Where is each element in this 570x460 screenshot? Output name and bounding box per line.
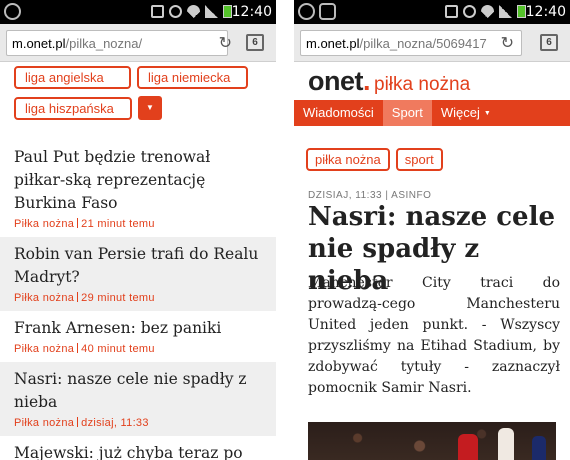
article-meta: Piłka nożna dzisiaj, 11:33: [14, 417, 149, 429]
tag-liga-niemiecka[interactable]: liga niemiecka: [137, 66, 248, 89]
url-path: /pilka_nozna/5069417: [359, 35, 487, 51]
wifi-icon: [481, 5, 494, 18]
alarm-icon: [463, 5, 476, 18]
article-lead: Manchester City traci do prowadzą-cego M…: [308, 275, 560, 396]
article-meta: Piłka nożna 40 minut temu: [14, 343, 155, 355]
left-screen: 12:40 m.onet.pl/pilka_nozna/ ↻ 6 liga an…: [0, 0, 276, 460]
tag-liga-hiszpanska[interactable]: liga hiszpańska: [14, 96, 132, 120]
clock: 12:40: [525, 4, 566, 20]
battery-icon: [517, 5, 526, 18]
main-nav: Wiadomości Sport Więcej ▼: [294, 100, 570, 126]
alarm-icon: [169, 5, 182, 18]
category-tags: liga angielska liga niemiecka liga hiszp…: [14, 66, 276, 127]
vibrate-icon: [445, 5, 458, 18]
list-item[interactable]: Robin van Persie trafi do Realu Madryt? …: [0, 237, 276, 311]
more-tags-button[interactable]: ▼: [138, 96, 162, 120]
url-domain: m.onet.pl: [306, 35, 360, 51]
nav-item-wiecej[interactable]: Więcej ▼: [432, 100, 500, 126]
url-bar[interactable]: m.onet.pl/pilka_nozna/: [6, 30, 228, 56]
status-bar: 12:40: [0, 0, 276, 24]
url-bar[interactable]: m.onet.pl/pilka_nozna/5069417: [300, 30, 522, 56]
app-notification-icon: [298, 3, 315, 20]
tag-pilka-nozna[interactable]: piłka nożna: [306, 148, 390, 171]
list-item[interactable]: Nasri: nasze cele nie spadły z nieba Pił…: [0, 362, 276, 436]
reload-icon[interactable]: ↻: [219, 33, 232, 52]
nav-item-wiadomosci[interactable]: Wiadomości: [294, 100, 383, 126]
image-notification-icon: [319, 3, 336, 20]
article-list: Paul Put będzie trenował piłkar-ską repr…: [0, 140, 276, 460]
list-item[interactable]: Paul Put będzie trenował piłkar-ską repr…: [0, 140, 276, 237]
article-meta: Piłka nożna 21 minut temu: [14, 218, 155, 230]
article-title[interactable]: Paul Put będzie trenował piłkar-ską repr…: [14, 146, 262, 215]
clock: 12:40: [231, 4, 272, 20]
url-domain: m.onet.pl: [12, 35, 66, 51]
article-photo[interactable]: [308, 422, 556, 460]
article-title[interactable]: Frank Arnesen: bez paniki: [14, 317, 262, 340]
tag-sport[interactable]: sport: [395, 148, 443, 171]
article-meta: DZISIAJ, 11:33 | ASINFO: [308, 190, 432, 201]
browser-toolbar: m.onet.pl/pilka_nozna/5069417 ↻ 6: [294, 24, 570, 62]
vibrate-icon: [151, 5, 164, 18]
browser-toolbar: m.onet.pl/pilka_nozna/ ↻ 6: [0, 24, 276, 62]
signal-icon: [499, 5, 512, 18]
article-meta: Piłka nożna 29 minut temu: [14, 292, 155, 304]
site-header: onet. piłka nożna: [308, 66, 470, 97]
nav-item-sport[interactable]: Sport: [382, 100, 432, 126]
status-bar: 12:40: [294, 0, 570, 24]
article-tags: piłka nożna sport: [306, 148, 443, 171]
wifi-icon: [187, 5, 200, 18]
article-title[interactable]: Majewski: już chyba teraz po: [14, 442, 262, 460]
list-item[interactable]: Frank Arnesen: bez paniki Piłka nożna 40 …: [0, 311, 276, 362]
onet-logo[interactable]: onet.: [308, 66, 371, 97]
battery-icon: [223, 5, 232, 18]
section-title[interactable]: piłka nożna: [374, 74, 470, 96]
right-screen: 12:40 m.onet.pl/pilka_nozna/5069417 ↻ 6 …: [294, 0, 570, 460]
article-title[interactable]: Nasri: nasze cele nie spadły z nieba: [14, 368, 262, 414]
tag-liga-angielska[interactable]: liga angielska: [14, 66, 131, 89]
reload-icon[interactable]: ↻: [501, 33, 514, 52]
chevron-down-icon: ▼: [483, 110, 491, 117]
list-item[interactable]: Majewski: już chyba teraz po: [0, 436, 276, 460]
article-title[interactable]: Robin van Persie trafi do Realu Madryt?: [14, 243, 262, 289]
url-path: /pilka_nozna/: [65, 35, 143, 51]
tabs-icon[interactable]: 6: [540, 34, 558, 51]
tabs-icon[interactable]: 6: [246, 34, 264, 51]
app-notification-icon: [4, 3, 21, 20]
chevron-down-icon: ▼: [146, 103, 154, 112]
signal-icon: [205, 5, 218, 18]
